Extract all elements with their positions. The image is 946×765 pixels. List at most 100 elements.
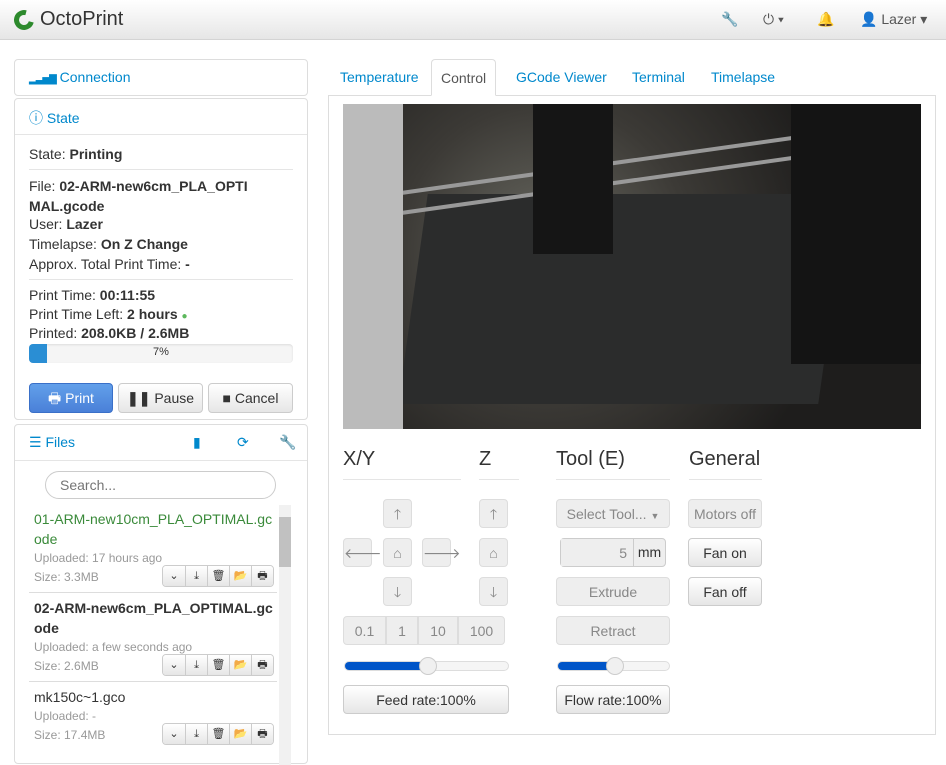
delete-icon[interactable]: 🗑: [207, 655, 229, 675]
delete-icon[interactable]: 🗑: [207, 724, 229, 744]
tab-gcode-viewer[interactable]: GCode Viewer: [507, 59, 616, 96]
print-file-icon[interactable]: 🖶: [251, 655, 273, 675]
file-item[interactable]: mk150c~1.gco Uploaded: - Size: 17.4MB ⌄ ⤓…: [34, 687, 274, 747]
delete-icon[interactable]: 🗑: [207, 566, 229, 586]
connection-link[interactable]: Connection: [60, 69, 131, 85]
tool-heading: Tool (E): [556, 448, 670, 480]
feed-rate-button[interactable]: Feed rate:100%: [343, 685, 509, 714]
arrow-down-icon: 🡓: [489, 584, 498, 600]
xy-home-button[interactable]: ⌂: [383, 538, 412, 567]
print-file-icon[interactable]: 🖶: [251, 566, 273, 586]
extrude-button[interactable]: Extrude: [556, 577, 670, 606]
retract-button[interactable]: Retract: [556, 616, 670, 645]
x-minus-button[interactable]: 🡐: [343, 538, 382, 567]
state-link[interactable]: State: [47, 110, 80, 126]
tab-timelapse[interactable]: Timelapse: [702, 59, 784, 96]
file-line: File: 02-ARM-new6cm_PLA_OPTIMAL.gcode: [29, 178, 248, 214]
new-file-icon[interactable]: ▮: [193, 434, 201, 451]
connection-header[interactable]: ▂▃▅▇ Connection: [15, 60, 307, 96]
state-header[interactable]: ⓘ State: [15, 99, 307, 135]
extrude-amount-input[interactable]: [561, 539, 633, 566]
print-time-line: Print Time: 00:11:55: [29, 287, 156, 303]
xy-heading: X/Y: [343, 448, 461, 480]
arrow-up-icon: 🡑: [489, 506, 498, 522]
arrow-down-icon: 🡓: [393, 584, 402, 600]
main-tabs: Temperature Control GCode Viewer Termina…: [328, 59, 936, 96]
list-icon: ☰: [29, 434, 42, 450]
state-line: State: Printing: [29, 146, 123, 162]
select-tool-dropdown[interactable]: Select Tool... ▼: [556, 499, 670, 528]
extrude-amount-group: mm: [560, 538, 666, 567]
motors-off-button[interactable]: Motors off: [688, 499, 762, 528]
x-plus-button[interactable]: 🡒: [422, 538, 461, 567]
signal-icon: ▂▃▅▇: [29, 74, 57, 85]
arrow-left-icon: 🡐: [344, 545, 382, 561]
unit-label: mm: [633, 539, 665, 566]
y-minus-button[interactable]: 🡓: [383, 577, 412, 606]
settings-wrench-icon[interactable]: 🔧: [721, 11, 738, 28]
status-dot-icon: ●: [181, 311, 188, 322]
file-list-scrollbar[interactable]: [279, 505, 291, 765]
user-line: User: Lazer: [29, 216, 103, 232]
caret-down-icon: ▼: [650, 511, 660, 521]
step-10-button[interactable]: 10: [418, 616, 458, 645]
load-icon[interactable]: 📂: [229, 566, 251, 586]
general-heading: General: [689, 448, 762, 480]
timelapse-line: Timelapse: On Z Change: [29, 236, 188, 252]
y-plus-button[interactable]: 🡑: [383, 499, 412, 528]
user-menu[interactable]: 👤 Lazer ▾: [860, 11, 927, 28]
file-actions: ⌄ ⤓ 🗑 📂 🖶: [162, 654, 274, 676]
fan-off-button[interactable]: Fan off: [688, 577, 762, 606]
files-header[interactable]: ☰ Files ▮ ⟳ 🔧: [15, 425, 307, 461]
file-item[interactable]: 01-ARM-new10cm_PLA_OPTIMAL.gcode Uploade…: [34, 509, 274, 589]
download-icon[interactable]: ⤓: [185, 566, 207, 586]
flow-rate-slider[interactable]: [557, 657, 670, 675]
progress-bar: 7%: [29, 344, 293, 363]
z-plus-button[interactable]: 🡑: [479, 499, 508, 528]
file-search-input[interactable]: [45, 471, 276, 499]
files-link[interactable]: Files: [45, 434, 75, 450]
z-heading: Z: [479, 448, 519, 480]
printer-icon: 🖶: [48, 390, 62, 406]
z-minus-button[interactable]: 🡓: [479, 577, 508, 606]
home-icon: ⌂: [489, 545, 498, 561]
load-icon[interactable]: 📂: [229, 724, 251, 744]
state-panel: ⓘ State State: Printing File: 02-ARM-new…: [14, 98, 308, 420]
print-file-icon[interactable]: 🖶: [251, 724, 273, 744]
file-actions: ⌄ ⤓ 🗑 📂 🖶: [162, 723, 274, 745]
info-icon: ⓘ: [29, 110, 43, 126]
tab-control[interactable]: Control: [431, 59, 497, 96]
stop-icon: ■: [222, 390, 231, 406]
octoprint-logo-icon: [10, 5, 38, 34]
pause-button[interactable]: ❚❚ Pause: [118, 383, 203, 413]
load-icon[interactable]: 📂: [229, 655, 251, 675]
feed-rate-slider[interactable]: [344, 657, 509, 675]
expand-icon[interactable]: ⌄: [163, 724, 185, 744]
user-name: Lazer: [881, 11, 917, 27]
download-icon[interactable]: ⤓: [185, 724, 207, 744]
arrow-up-icon: 🡑: [393, 506, 402, 522]
cancel-button[interactable]: ■ Cancel: [208, 383, 293, 413]
brand-name: OctoPrint: [40, 8, 124, 30]
step-0.1-button[interactable]: 0.1: [343, 616, 386, 645]
wrench-icon[interactable]: 🔧: [279, 434, 296, 451]
notifications-bell-icon[interactable]: 🔔: [817, 11, 834, 28]
approx-time-line: Approx. Total Print Time: -: [29, 256, 190, 272]
connection-panel: ▂▃▅▇ Connection: [14, 59, 308, 96]
z-home-button[interactable]: ⌂: [479, 538, 508, 567]
expand-icon[interactable]: ⌄: [163, 655, 185, 675]
flow-rate-button[interactable]: Flow rate:100%: [556, 685, 670, 714]
power-menu-icon[interactable]: ⏻ ▾: [763, 11, 784, 28]
refresh-icon[interactable]: ⟳: [237, 434, 249, 451]
download-icon[interactable]: ⤓: [185, 655, 207, 675]
step-100-button[interactable]: 100: [458, 616, 505, 645]
expand-icon[interactable]: ⌄: [163, 566, 185, 586]
file-actions: ⌄ ⤓ 🗑 📂 🖶: [162, 565, 274, 587]
step-1-button[interactable]: 1: [386, 616, 418, 645]
tab-terminal[interactable]: Terminal: [623, 59, 694, 96]
fan-on-button[interactable]: Fan on: [688, 538, 762, 567]
file-item[interactable]: 02-ARM-new6cm_PLA_OPTIMAL.gcode Uploaded…: [34, 598, 274, 678]
brand[interactable]: OctoPrint: [10, 5, 124, 34]
print-button[interactable]: 🖶 Print: [29, 383, 113, 413]
tab-temperature[interactable]: Temperature: [331, 59, 428, 96]
